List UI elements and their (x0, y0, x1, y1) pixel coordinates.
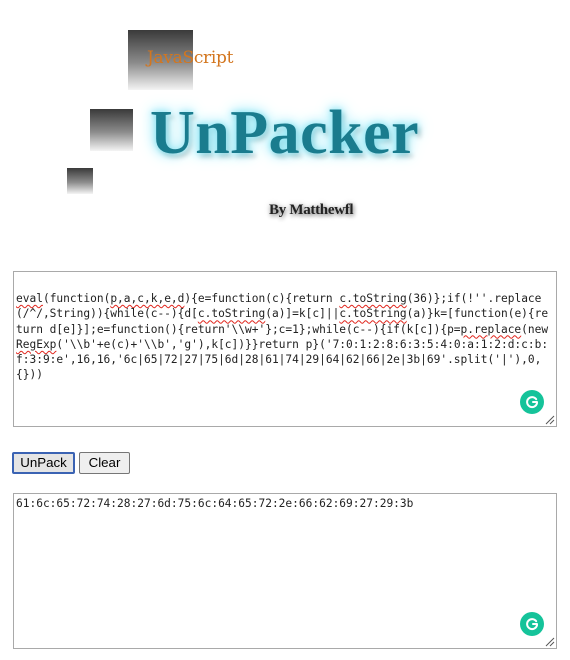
flagged-code-token: c.toString (197, 307, 266, 321)
unpacked-output-textarea[interactable]: 61:6c:65:72:74:28:27:6d:75:6c:64:65:72:2… (13, 493, 557, 649)
code-token: (a)]=k[c]|| (265, 307, 340, 321)
flagged-code-token: eval (16, 292, 43, 305)
code-token: (function( (42, 292, 111, 305)
flagged-code-token: RegExp (16, 337, 57, 351)
flagged-code-token: c.toString (339, 292, 407, 305)
byline: By Matthewfl (269, 202, 354, 218)
flagged-code-token: c.toString (339, 307, 407, 321)
logo: JavaScript UnPacker By Matthewfl (0, 0, 570, 250)
clear-button[interactable]: Clear (79, 452, 130, 474)
flagged-code-token: p,a,c,k,e,d (110, 292, 185, 305)
packed-code-textarea[interactable]: eval(function(p,a,c,k,e,d){e=function(c)… (13, 271, 557, 427)
code-token: (new (521, 322, 555, 336)
resize-grip-icon[interactable] (545, 637, 555, 647)
grammarly-icon[interactable] (520, 390, 544, 414)
unpack-button[interactable]: UnPack (12, 452, 75, 474)
flagged-code-token: p.replace (460, 322, 522, 336)
unpacked-output-content: 61:6c:65:72:74:28:27:6d:75:6c:64:65:72:2… (16, 497, 414, 510)
code-token: ){e=function(c){return (184, 292, 340, 305)
unpacker-title: UnPacker (150, 99, 420, 167)
javascript-label: JavaScript (147, 48, 234, 68)
packed-code-content: eval(function(p,a,c,k,e,d){e=function(c)… (14, 272, 556, 383)
resize-grip-icon[interactable] (545, 415, 555, 425)
grammarly-icon[interactable] (520, 612, 544, 636)
gradient-square-small (67, 168, 93, 194)
gradient-square-medium (90, 109, 133, 151)
code-token: ('\\b'+e(c)+'\\b','g'),k[c])}}return p}(… (16, 337, 549, 382)
